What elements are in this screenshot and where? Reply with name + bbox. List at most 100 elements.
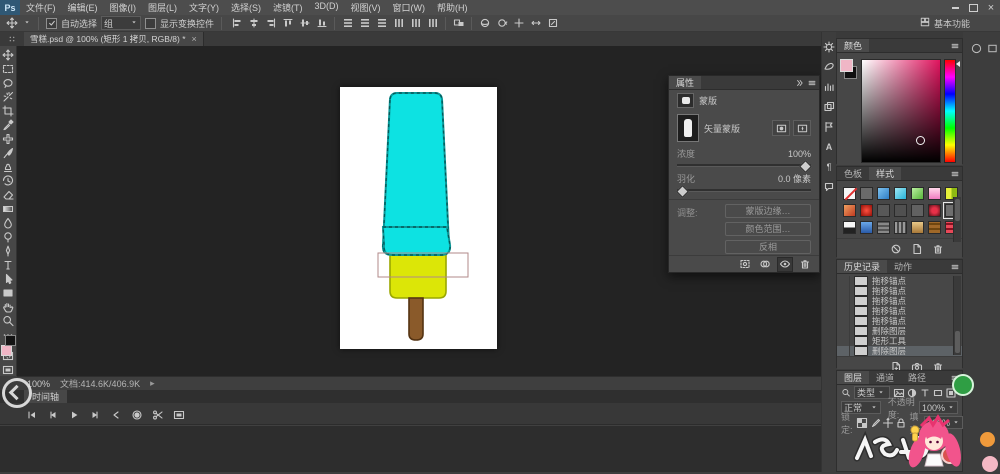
panel-menu-icon[interactable] bbox=[948, 371, 962, 384]
history-source-checkbox[interactable] bbox=[839, 316, 850, 326]
tab-close-icon[interactable]: × bbox=[192, 34, 197, 44]
menu-item[interactable]: 视图(V) bbox=[345, 1, 387, 14]
step-back-icon[interactable] bbox=[45, 409, 60, 422]
3d-roll-icon[interactable] bbox=[494, 17, 509, 30]
notes-icon[interactable] bbox=[822, 180, 836, 193]
align-center-h-icon[interactable] bbox=[246, 17, 261, 30]
style-swatch[interactable] bbox=[928, 187, 941, 200]
lock-transparent-icon[interactable] bbox=[856, 417, 868, 428]
color-picker-marker[interactable] bbox=[916, 136, 925, 145]
auto-select-target-dropdown[interactable]: 组 bbox=[101, 16, 141, 30]
style-swatch[interactable] bbox=[911, 221, 924, 234]
style-swatch[interactable] bbox=[877, 187, 890, 200]
feather-value[interactable]: 0.0 像素 bbox=[778, 172, 811, 185]
density-value[interactable]: 100% bbox=[788, 149, 811, 159]
play-icon[interactable] bbox=[66, 409, 81, 422]
timeline-track-area[interactable] bbox=[0, 425, 821, 472]
dock-panel-icon[interactable] bbox=[985, 42, 999, 55]
style-swatch[interactable] bbox=[860, 204, 873, 217]
history-source-checkbox[interactable] bbox=[839, 336, 850, 346]
align-left-icon[interactable] bbox=[229, 17, 244, 30]
shape-filter-icon[interactable] bbox=[932, 387, 944, 398]
hue-slider[interactable] bbox=[944, 59, 956, 163]
scrollbar[interactable] bbox=[953, 276, 961, 355]
trash-icon[interactable] bbox=[930, 241, 946, 256]
layers-tab-0[interactable]: 图层 bbox=[837, 371, 869, 384]
styles-tab-0[interactable]: 色板 bbox=[837, 167, 869, 180]
style-swatch[interactable] bbox=[911, 187, 924, 200]
type-filter-icon[interactable] bbox=[919, 387, 931, 398]
distribute-bottom-icon[interactable] bbox=[374, 17, 389, 30]
3d-slide-icon[interactable] bbox=[528, 17, 543, 30]
prev-key-icon[interactable] bbox=[108, 409, 123, 422]
refine-button[interactable]: 颜色范围… bbox=[725, 222, 811, 236]
filter-type-dropdown[interactable]: 类型 bbox=[854, 386, 890, 399]
distribute-right-icon[interactable] bbox=[425, 17, 440, 30]
style-swatch[interactable] bbox=[894, 204, 907, 217]
screen-mode-button[interactable] bbox=[0, 364, 16, 376]
panel-menu-icon[interactable] bbox=[948, 39, 962, 52]
menu-item[interactable]: 帮助(H) bbox=[431, 1, 474, 14]
shape-button[interactable] bbox=[0, 286, 16, 300]
menu-item[interactable]: 选择(S) bbox=[225, 1, 267, 14]
marquee-button[interactable] bbox=[0, 62, 16, 76]
eyedropper-button[interactable] bbox=[0, 118, 16, 132]
document-tab[interactable]: 雪糕.psd @ 100% (矩形 1 拷贝, RGB/8) * × bbox=[24, 32, 204, 46]
style-swatch[interactable] bbox=[877, 221, 890, 234]
align-bottom-icon[interactable] bbox=[314, 17, 329, 30]
style-swatch[interactable] bbox=[894, 187, 907, 200]
style-swatch[interactable] bbox=[928, 221, 941, 234]
opacity-dropdown[interactable]: 100% bbox=[919, 401, 958, 414]
style-swatch[interactable] bbox=[843, 204, 856, 217]
menu-item[interactable]: 文件(F) bbox=[20, 1, 62, 14]
3d-pan-icon[interactable] bbox=[511, 17, 526, 30]
layers-tab-2[interactable]: 路径 bbox=[901, 371, 933, 384]
path-select-button[interactable] bbox=[0, 272, 16, 286]
3d-scale-icon[interactable] bbox=[545, 17, 560, 30]
history-source-checkbox[interactable] bbox=[839, 346, 850, 356]
style-swatch[interactable] bbox=[911, 204, 924, 217]
3d-rotate-icon[interactable] bbox=[477, 17, 492, 30]
paragraph-icon[interactable]: ¶ bbox=[822, 160, 836, 173]
background-color-swatch[interactable] bbox=[5, 335, 16, 346]
style-swatch[interactable] bbox=[843, 187, 856, 200]
photoshop-logo[interactable]: Ps bbox=[0, 0, 20, 15]
history-source-checkbox[interactable] bbox=[839, 286, 850, 296]
menu-item[interactable]: 编辑(E) bbox=[62, 1, 104, 14]
clone-stamp-button[interactable] bbox=[0, 160, 16, 174]
distribute-left-icon[interactable] bbox=[391, 17, 406, 30]
dodge-button[interactable] bbox=[0, 230, 16, 244]
clone-source-icon[interactable] bbox=[822, 100, 836, 113]
styles-tab-1[interactable]: 样式 bbox=[869, 167, 901, 180]
crop-button[interactable] bbox=[0, 104, 16, 118]
caret-down-icon[interactable] bbox=[23, 18, 31, 28]
menu-item[interactable]: 文字(Y) bbox=[183, 1, 225, 14]
lasso-button[interactable] bbox=[0, 76, 16, 90]
auto-select-checkbox[interactable] bbox=[46, 18, 57, 29]
styles-dock-icon[interactable] bbox=[822, 60, 836, 73]
feather-slider[interactable] bbox=[677, 187, 811, 195]
tab-properties[interactable]: 属性 bbox=[669, 76, 701, 89]
distribute-top-icon[interactable] bbox=[340, 17, 355, 30]
distribute-middle-icon[interactable] bbox=[357, 17, 372, 30]
workspace-switcher[interactable]: 基本功能 bbox=[920, 17, 970, 30]
history-item[interactable]: 删除图层 bbox=[837, 346, 962, 356]
close-button[interactable]: × bbox=[982, 0, 1000, 15]
eraser-button[interactable] bbox=[0, 188, 16, 202]
zoom-level[interactable]: 100% bbox=[27, 379, 50, 389]
tab-color[interactable]: 颜色 bbox=[837, 39, 869, 52]
pen-button[interactable] bbox=[0, 244, 16, 258]
clear-style-icon[interactable] bbox=[888, 241, 904, 256]
levels-icon[interactable] bbox=[822, 80, 836, 93]
menu-item[interactable]: 3D(D) bbox=[309, 1, 345, 14]
move-tool-preset-icon[interactable] bbox=[4, 17, 19, 30]
lock-all-icon[interactable] bbox=[895, 417, 907, 428]
style-swatch[interactable] bbox=[860, 187, 873, 200]
lock-pixels-icon[interactable] bbox=[869, 417, 881, 428]
history-source-checkbox[interactable] bbox=[839, 276, 850, 286]
artboard[interactable] bbox=[340, 87, 497, 349]
gradient-button[interactable] bbox=[0, 202, 16, 216]
auto-align-icon[interactable] bbox=[451, 17, 466, 30]
density-slider[interactable] bbox=[677, 162, 811, 170]
distribute-center-icon[interactable] bbox=[408, 17, 423, 30]
